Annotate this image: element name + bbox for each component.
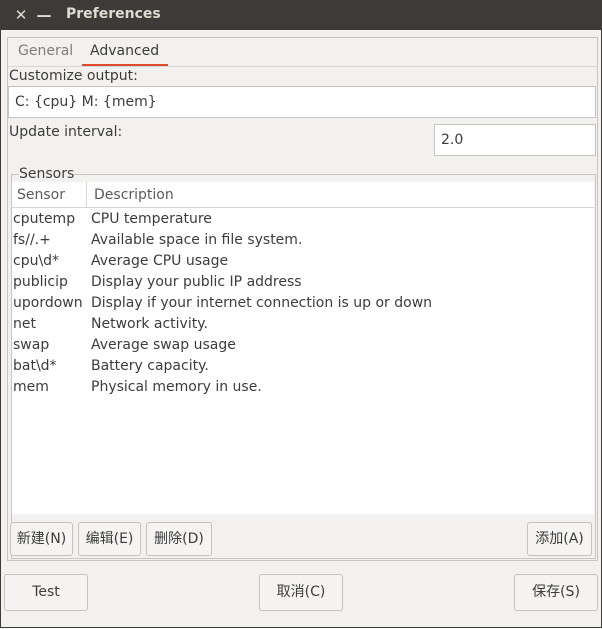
table-row[interactable]: bat\d* Battery capacity.	[12, 357, 594, 378]
tab-bar: General Advanced	[8, 38, 597, 67]
table-row[interactable]: cputemp CPU temperature	[12, 210, 594, 231]
sensor-cell: fs//.+	[13, 232, 51, 248]
minimize-icon[interactable]: —	[35, 6, 53, 24]
sensors-label: Sensors	[19, 166, 75, 182]
description-cell: Average swap usage	[91, 337, 236, 353]
test-button[interactable]: Test	[4, 574, 88, 611]
description-cell: Network activity.	[91, 316, 208, 332]
description-cell: Average CPU usage	[91, 253, 229, 269]
sensor-cell: publicip	[13, 274, 68, 290]
table-row[interactable]: mem Physical memory in use.	[12, 378, 594, 399]
sensors-table[interactable]: Sensor Description cputemp CPU temperatu…	[12, 182, 594, 514]
column-header-sensor[interactable]: Sensor	[12, 182, 87, 208]
preferences-window: ✕ — Preferences General Advanced Customi…	[0, 0, 602, 628]
update-interval-field[interactable]	[434, 124, 596, 156]
tab-general[interactable]: General	[18, 43, 73, 59]
sensor-cell: mem	[13, 379, 49, 395]
description-cell: Display if your internet connection is u…	[91, 295, 433, 311]
customize-output-input[interactable]	[9, 87, 595, 117]
customize-output-label: Customize output:	[9, 68, 138, 84]
window-title: Preferences	[66, 6, 161, 22]
description-cell: Physical memory in use.	[91, 379, 262, 395]
description-cell: Battery capacity.	[91, 358, 209, 374]
description-cell: CPU temperature	[91, 211, 212, 227]
new-sensor-button[interactable]: 新建(N)	[10, 522, 73, 556]
table-row[interactable]: upordown Display if your internet connec…	[12, 294, 594, 315]
delete-sensor-button[interactable]: 删除(D)	[146, 522, 212, 556]
sensor-cell: swap	[13, 337, 50, 353]
table-row[interactable]: publicip Display your public IP address	[12, 273, 594, 294]
edit-sensor-button[interactable]: 编辑(E)	[78, 522, 141, 556]
update-interval-input[interactable]	[435, 125, 595, 155]
sensor-cell: bat\d*	[13, 358, 57, 374]
sensor-cell: cputemp	[13, 211, 76, 227]
title-bar[interactable]: ✕ — Preferences	[1, 0, 601, 30]
tab-advanced[interactable]: Advanced	[90, 43, 159, 59]
update-interval-label: Update interval:	[9, 124, 123, 140]
description-cell: Display your public IP address	[91, 274, 302, 290]
sensor-cell: upordown	[13, 295, 83, 311]
description-cell: Available space in file system.	[91, 232, 303, 248]
sensor-cell: cpu\d*	[13, 253, 60, 269]
active-tab-indicator	[82, 64, 168, 66]
save-button[interactable]: 保存(S)	[514, 574, 598, 611]
add-sensor-button[interactable]: 添加(A)	[527, 522, 592, 556]
table-row[interactable]: fs//.+ Available space in file system.	[12, 231, 594, 252]
close-icon[interactable]: ✕	[12, 6, 30, 24]
sensor-cell: net	[13, 316, 36, 332]
preferences-notebook: General Advanced Customize output: Updat…	[7, 37, 598, 561]
customize-output-field[interactable]	[8, 86, 596, 118]
table-row[interactable]: cpu\d* Average CPU usage	[12, 252, 594, 273]
cancel-button[interactable]: 取消(C)	[259, 574, 343, 611]
table-row[interactable]: swap Average swap usage	[12, 336, 594, 357]
table-row[interactable]: net Network activity.	[12, 315, 594, 336]
column-header-description[interactable]: Description	[87, 182, 594, 208]
